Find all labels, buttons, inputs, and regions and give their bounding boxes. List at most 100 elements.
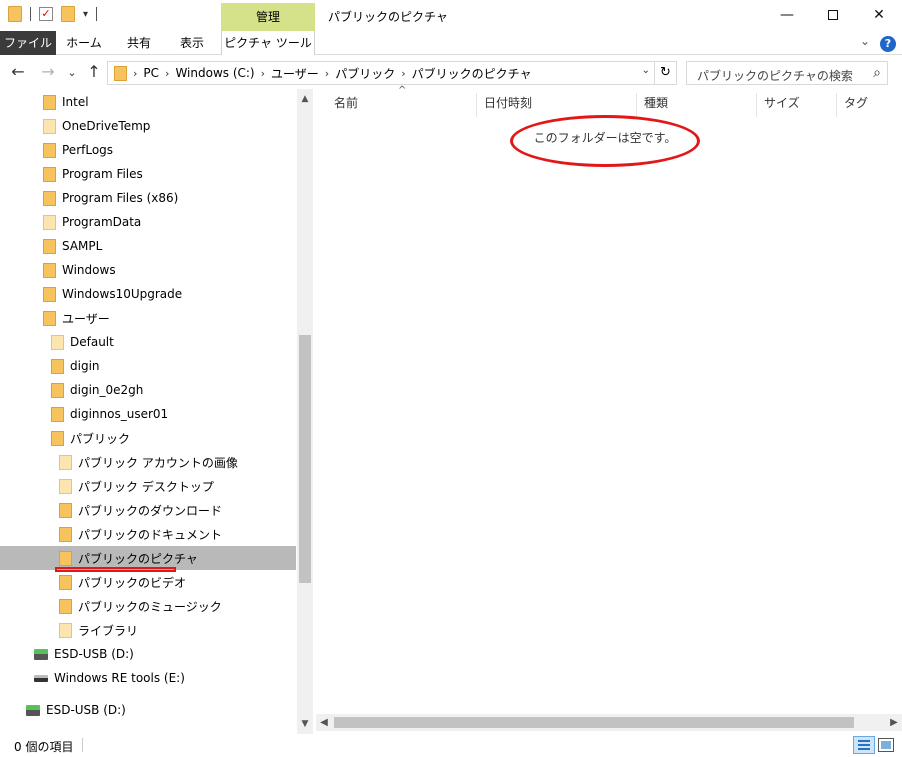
folder-icon <box>51 406 64 422</box>
breadcrumb-windows-c[interactable]: Windows (C:) <box>175 66 254 80</box>
tab-share[interactable]: 共有 <box>114 31 164 55</box>
up-arrow-icon[interactable]: ↑ <box>84 62 104 81</box>
minimize-button[interactable]: — <box>764 0 810 31</box>
nav-vertical-scrollbar[interactable]: ▲ ▼ <box>297 89 313 734</box>
tree-item-windows-re-tools-e[interactable]: Windows RE tools (E:) <box>0 666 296 690</box>
scroll-right-chevron-icon[interactable]: ▶ <box>886 714 902 731</box>
properties-checkmark-icon[interactable]: ✓ <box>39 7 53 21</box>
address-history-chevron-icon[interactable]: ⌄ <box>642 65 650 76</box>
tree-item-program-files-x86[interactable]: Program Files (x86) <box>0 186 296 210</box>
empty-folder-message: このフォルダーは空です。 <box>533 131 677 145</box>
tree-item-perflogs[interactable]: PerfLogs <box>0 138 296 162</box>
column-divider[interactable] <box>756 93 757 117</box>
breadcrumb-public-pictures[interactable]: パブリックのピクチャ <box>412 65 532 82</box>
folder-icon <box>59 502 72 518</box>
breadcrumb-pc[interactable]: PC <box>143 66 159 80</box>
tree-item-sampl[interactable]: SAMPL <box>0 234 296 258</box>
tab-view[interactable]: 表示 <box>167 31 217 55</box>
chevron-right-icon[interactable]: › <box>133 67 137 80</box>
scroll-down-chevron-icon[interactable]: ▼ <box>297 716 313 732</box>
divider <box>30 7 31 21</box>
tree-item-public[interactable]: パブリック <box>0 426 296 450</box>
column-header-name[interactable]: 名前 <box>334 89 358 117</box>
expand-ribbon-chevron-icon[interactable]: ⌄ <box>860 34 870 48</box>
tree-item-programdata[interactable]: ProgramData <box>0 210 296 234</box>
tree-item-label: ProgramData <box>62 215 142 229</box>
tree-item-windows10upgrade[interactable]: Windows10Upgrade <box>0 282 296 306</box>
tree-item-label: Program Files <box>62 167 143 181</box>
tree-item-esd-usb-d[interactable]: ESD-USB (D:) <box>0 642 296 666</box>
tree-item-label: ESD-USB (D:) <box>46 703 126 717</box>
scrollbar-thumb[interactable] <box>299 335 311 583</box>
folder-icon <box>43 262 56 278</box>
tree-item-public-videos[interactable]: パブリックのビデオ <box>0 570 296 594</box>
tab-picture-tools[interactable]: ピクチャ ツール <box>221 31 315 55</box>
tree-item-public-documents[interactable]: パブリックのドキュメント <box>0 522 296 546</box>
folder-icon <box>59 622 72 638</box>
tree-item-label: Windows RE tools (E:) <box>54 671 185 685</box>
details-view-icon[interactable] <box>853 736 875 754</box>
usb-drive-icon <box>26 704 40 716</box>
search-box[interactable]: パブリックのピクチャの検索 ⌕ <box>686 61 888 85</box>
scroll-left-chevron-icon[interactable]: ◀ <box>316 714 332 731</box>
tree-item-public-music[interactable]: パブリックのミュージック <box>0 594 296 618</box>
tree-item-public-downloads[interactable]: パブリックのダウンロード <box>0 498 296 522</box>
sort-ascending-icon: ^ <box>398 85 407 96</box>
breadcrumb-public[interactable]: パブリック <box>335 65 395 82</box>
recent-locations-chevron-icon[interactable]: ⌄ <box>62 66 82 79</box>
back-arrow-icon[interactable]: ← <box>8 62 28 81</box>
window-title: パブリックのピクチャ <box>328 10 448 24</box>
folder-icon <box>43 214 56 230</box>
column-divider[interactable] <box>636 93 637 117</box>
chevron-right-icon[interactable]: › <box>165 67 169 80</box>
tree-item-library[interactable]: ライブラリ <box>0 618 296 642</box>
customize-toolbar-dropdown-icon[interactable]: ▾ <box>83 9 88 20</box>
forward-arrow-icon[interactable]: → <box>38 62 58 81</box>
tree-item-public-desktop[interactable]: パブリック デスクトップ <box>0 474 296 498</box>
search-icon[interactable]: ⌕ <box>873 65 881 81</box>
navigation-pane: Intel OneDriveTemp PerfLogs Program File… <box>0 89 314 734</box>
folder-icon <box>51 430 64 446</box>
column-header-tags[interactable]: タグ <box>844 89 868 117</box>
tree-item-public-account-pictures[interactable]: パブリック アカウントの画像 <box>0 450 296 474</box>
chevron-right-icon[interactable]: › <box>325 67 329 80</box>
tree-item-esd-usb-d-root[interactable]: ESD-USB (D:) <box>0 698 296 722</box>
folder-icon <box>43 238 56 254</box>
new-folder-icon[interactable] <box>61 6 75 22</box>
chevron-right-icon[interactable]: › <box>261 67 265 80</box>
tree-item-users[interactable]: ユーザー <box>0 306 296 330</box>
tree-item-program-files[interactable]: Program Files <box>0 162 296 186</box>
folder-icon <box>43 310 56 326</box>
column-divider[interactable] <box>476 93 477 117</box>
scroll-up-chevron-icon[interactable]: ▲ <box>297 91 313 107</box>
tree-item-label: パブリックのミュージック <box>78 599 222 614</box>
column-divider[interactable] <box>836 93 837 117</box>
title-bar: ✓ ▾ 管理 パブリックのピクチャ — ✕ <box>0 0 902 31</box>
tree-item-label: Windows10Upgrade <box>62 287 183 301</box>
close-button[interactable]: ✕ <box>856 0 902 31</box>
address-bar[interactable]: › PC › Windows (C:) › ユーザー › パブリック › パブリ… <box>107 61 677 85</box>
column-header-size[interactable]: サイズ <box>764 89 800 117</box>
maximize-button[interactable] <box>810 0 856 31</box>
scrollbar-thumb[interactable] <box>334 717 854 728</box>
chevron-right-icon[interactable]: › <box>401 67 405 80</box>
tree-item-intel[interactable]: Intel <box>0 90 296 114</box>
column-header-date[interactable]: 日付時刻 <box>484 89 532 117</box>
help-icon[interactable]: ? <box>880 36 896 52</box>
tree-item-label: Default <box>70 335 114 349</box>
folder-icon <box>59 478 72 494</box>
tab-file[interactable]: ファイル <box>0 31 56 55</box>
tree-item-onedrivetemp[interactable]: OneDriveTemp <box>0 114 296 138</box>
refresh-icon[interactable]: ↻ <box>654 62 676 84</box>
tree-item-windows[interactable]: Windows <box>0 258 296 282</box>
column-header-type[interactable]: 種類 <box>644 89 668 117</box>
tab-home[interactable]: ホーム <box>58 31 110 55</box>
breadcrumb-users[interactable]: ユーザー <box>271 65 319 82</box>
tree-item-digin[interactable]: digin <box>0 354 296 378</box>
large-icons-view-icon[interactable] <box>878 738 894 752</box>
tree-item-default[interactable]: Default <box>0 330 296 354</box>
tree-item-label: OneDriveTemp <box>62 119 151 133</box>
tree-item-digin-0e2gh[interactable]: digin_0e2gh <box>0 378 296 402</box>
content-horizontal-scrollbar[interactable]: ◀ ▶ <box>316 714 902 731</box>
tree-item-diginnos-user01[interactable]: diginnos_user01 <box>0 402 296 426</box>
